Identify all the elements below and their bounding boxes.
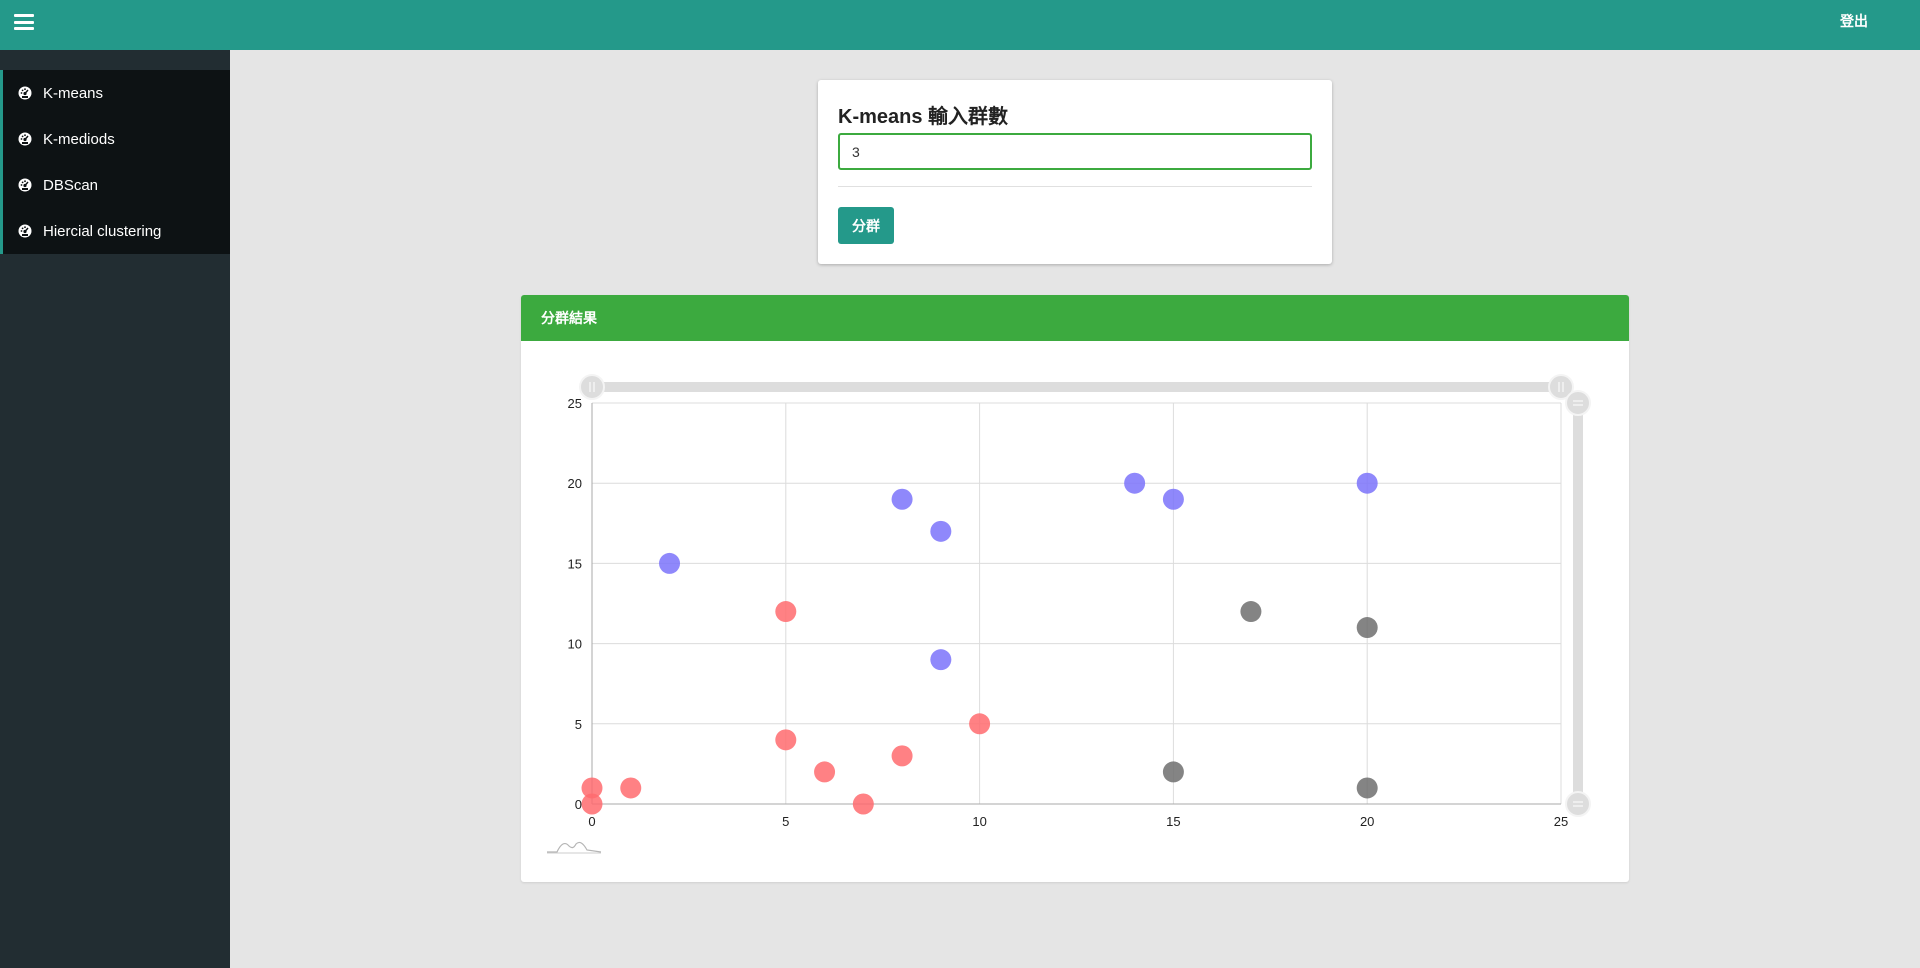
data-point xyxy=(1162,488,1184,510)
sidebar: K-means K-mediods DBScan Hiercial cluste… xyxy=(0,50,230,968)
dashboard-icon xyxy=(18,132,32,146)
sidebar-item-label: K-means xyxy=(43,84,104,102)
x-tick-label: 25 xyxy=(1554,814,1568,829)
y-zoom-slider-track[interactable] xyxy=(1573,403,1583,804)
data-point xyxy=(930,649,952,671)
top-navbar: 登出 xyxy=(0,0,1920,50)
data-point xyxy=(659,552,681,574)
data-point xyxy=(1356,472,1378,494)
y-tick-label: 10 xyxy=(568,637,582,652)
data-point xyxy=(1240,601,1262,623)
scatter-chart: 0 5 10 15 20 25 0 5 10 15 20 25 xyxy=(547,374,1591,854)
data-point xyxy=(852,793,874,815)
logout-link[interactable]: 登出 xyxy=(1840,11,1868,31)
cluster-count-input[interactable] xyxy=(838,133,1312,170)
data-point xyxy=(1356,617,1378,639)
distribution-thumbnail-icon xyxy=(547,841,602,853)
data-point xyxy=(814,761,836,783)
y-tick-label: 25 xyxy=(568,396,582,411)
result-panel: 分群結果 0 5 10 15 20 25 0 5 10 15 20 25 xyxy=(521,295,1629,882)
form-title: K-means 輸入群數 xyxy=(838,106,1009,128)
sidebar-item-label: Hiercial clustering xyxy=(43,222,162,240)
data-point xyxy=(775,601,797,623)
sidebar-item-label: K-mediods xyxy=(43,130,115,148)
y-tick-label: 5 xyxy=(575,717,582,732)
sidebar-item-hierarchical-clustering[interactable]: Hiercial clustering xyxy=(0,208,230,254)
y-zoom-handle[interactable] xyxy=(1565,390,1591,416)
data-point xyxy=(891,745,913,767)
x-tick-label: 0 xyxy=(588,814,595,829)
y-tick-label: 20 xyxy=(568,476,582,491)
dashboard-icon xyxy=(18,178,32,192)
data-point xyxy=(891,488,913,510)
y-zoom-handle[interactable] xyxy=(1565,791,1591,817)
divider xyxy=(838,186,1312,187)
cluster-button[interactable]: 分群 xyxy=(838,207,894,244)
x-tick-label: 15 xyxy=(1166,814,1180,829)
sidebar-item-kmediods[interactable]: K-mediods xyxy=(0,116,230,162)
y-tick-label: 0 xyxy=(575,797,582,812)
x-tick-label: 20 xyxy=(1360,814,1374,829)
x-tick-label: 10 xyxy=(972,814,986,829)
dashboard-icon xyxy=(18,224,32,238)
data-point xyxy=(620,777,642,799)
x-zoom-slider-track[interactable] xyxy=(592,382,1561,392)
sidebar-item-label: DBScan xyxy=(43,176,99,194)
data-point xyxy=(930,520,952,542)
result-header: 分群結果 xyxy=(521,295,1629,341)
sidebar-item-kmeans[interactable]: K-means xyxy=(0,70,230,116)
y-tick-label: 15 xyxy=(568,556,582,571)
x-zoom-handle[interactable] xyxy=(579,374,605,400)
data-point xyxy=(969,713,991,735)
data-point xyxy=(1124,472,1146,494)
sidebar-item-dbscan[interactable]: DBScan xyxy=(0,162,230,208)
data-point xyxy=(1162,761,1184,783)
hamburger-menu-icon[interactable] xyxy=(14,14,34,32)
x-tick-label: 5 xyxy=(782,814,789,829)
data-point xyxy=(775,729,797,751)
data-point xyxy=(581,793,603,815)
data-point xyxy=(1356,777,1378,799)
kmeans-form-card: K-means 輸入群數 分群 xyxy=(818,80,1332,264)
dashboard-icon xyxy=(18,86,32,100)
